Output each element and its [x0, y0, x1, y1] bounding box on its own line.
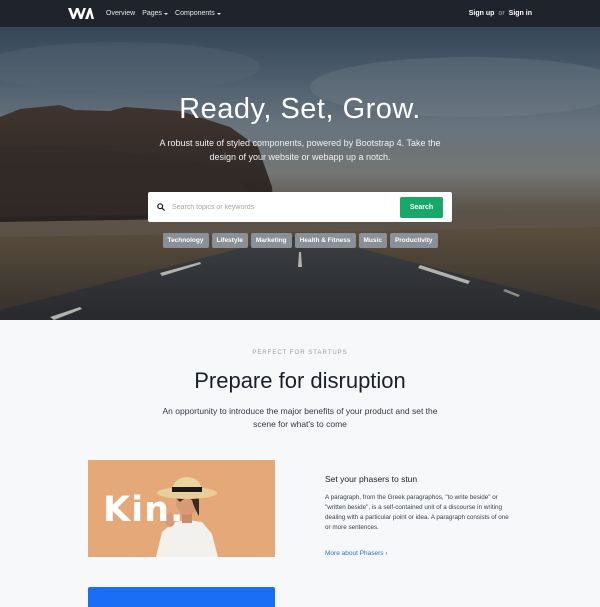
nav-link-label: Pages [142, 10, 163, 17]
nav-links: Overview Pages Components [106, 10, 221, 17]
nav-link-label: Components [175, 10, 215, 17]
search-input[interactable] [172, 203, 400, 211]
signup-link[interactable]: Sign up [469, 10, 495, 17]
feature-body: A paragraph, from the Greek paragraphos,… [325, 494, 509, 531]
feature-card-blue [88, 587, 275, 607]
nav-link-label: Overview [106, 10, 136, 17]
hero-title: Ready, Set, Grow. [179, 93, 421, 125]
tag-list: Technology Lifestyle Marketing Health & … [148, 233, 452, 248]
feature-image: Kin. [88, 460, 275, 557]
feature-image-text: Kin. [103, 490, 185, 530]
tag-music[interactable]: Music [358, 233, 387, 248]
signin-link[interactable]: Sign in [509, 10, 532, 17]
feature-title: Set your phasers to stun [325, 474, 418, 484]
nav-link-pages[interactable]: Pages [142, 10, 169, 17]
section-subtitle: An opportunity to introduce the major be… [162, 406, 438, 429]
features-section: PERFECT FOR STARTUPS Prepare for disrupt… [0, 320, 600, 607]
search-bar: Search [148, 192, 452, 222]
tag-lifestyle[interactable]: Lifestyle [211, 233, 248, 248]
tag-marketing[interactable]: Marketing [250, 233, 292, 248]
feature-link[interactable]: More about Phasers › [325, 550, 388, 557]
section-title: Prepare for disruption [194, 368, 406, 393]
search-icon [157, 203, 165, 211]
auth-links: Sign up or Sign in [469, 10, 532, 17]
feature-text: Set your phasers to stun A paragraph, fr… [325, 474, 515, 560]
navbar: Overview Pages Components Sign up or Sig… [0, 0, 600, 27]
caret-down-icon [164, 12, 169, 15]
logo-icon [68, 8, 94, 19]
hero-subtitle: A robust suite of styled components, pow… [159, 138, 441, 162]
brand-logo[interactable] [68, 8, 94, 19]
caret-down-icon [216, 12, 221, 15]
or-text: or [498, 10, 505, 17]
search-button[interactable]: Search [400, 196, 443, 218]
section-eyebrow: PERFECT FOR STARTUPS [252, 350, 348, 356]
hero-content: Ready, Set, Grow. A robust suite of styl… [0, 27, 600, 320]
tag-health-fitness[interactable]: Health & Fitness [294, 233, 356, 248]
tag-productivity[interactable]: Productivity [389, 233, 438, 248]
tag-technology[interactable]: Technology [162, 233, 209, 248]
nav-link-overview[interactable]: Overview [106, 10, 135, 17]
nav-link-components[interactable]: Components [175, 10, 221, 17]
hero-section: Ready, Set, Grow. A robust suite of styl… [0, 27, 600, 320]
